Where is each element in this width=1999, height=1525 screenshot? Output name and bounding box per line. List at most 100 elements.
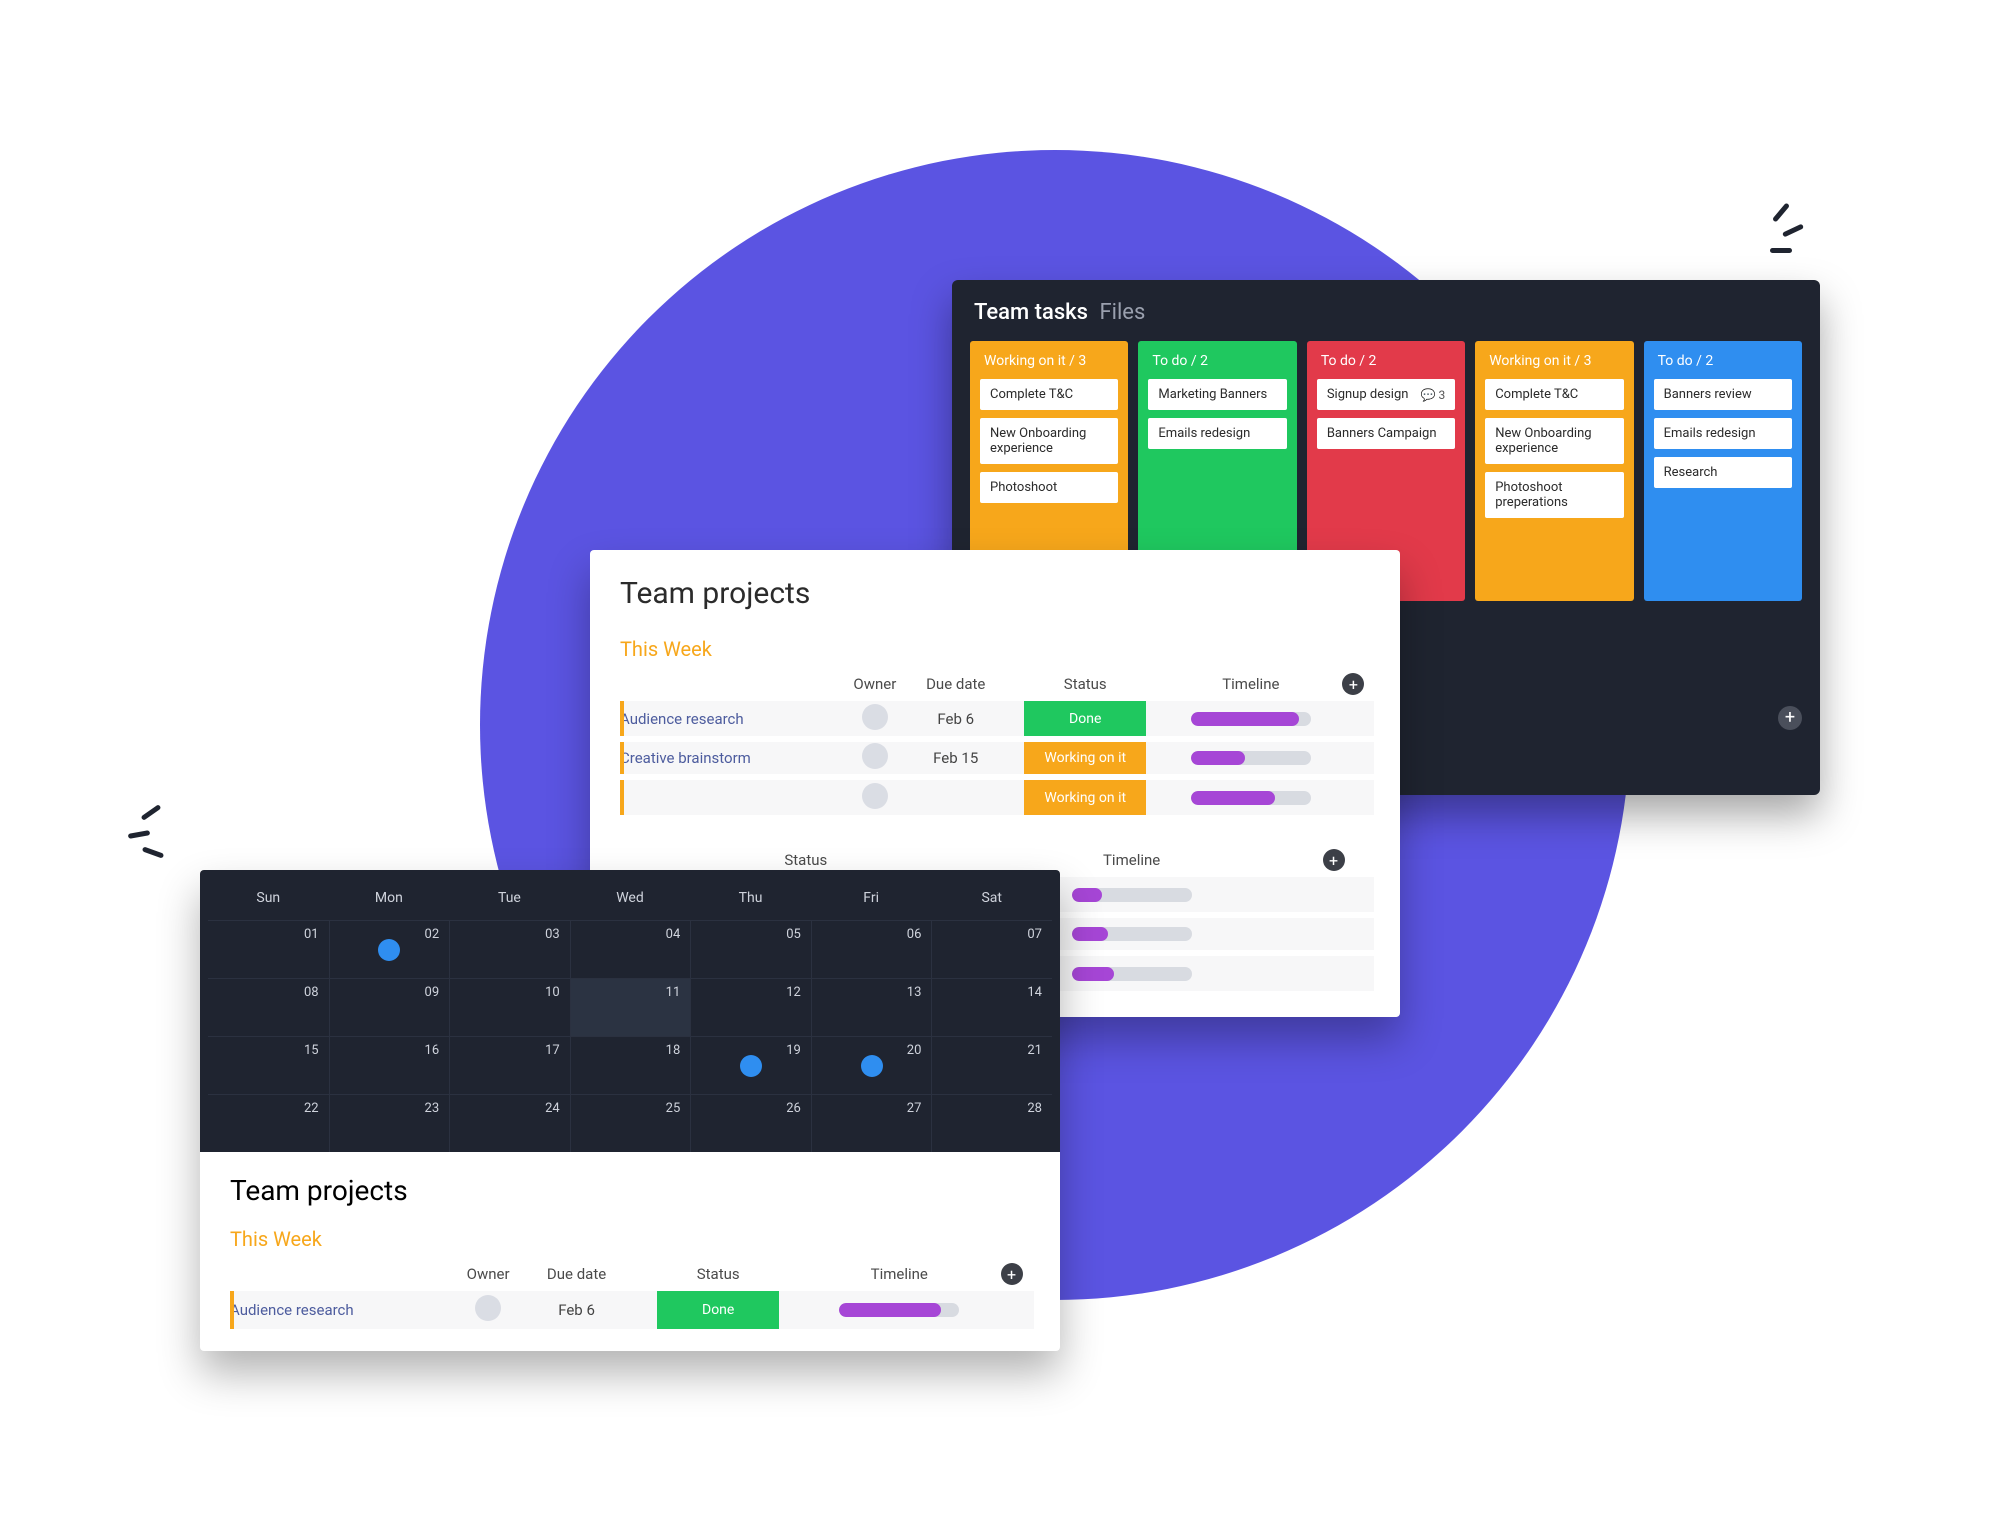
kanban-card[interactable]: New Onboarding experience (980, 418, 1118, 464)
avatar[interactable] (862, 783, 888, 809)
calendar-cell[interactable]: 11 (570, 978, 691, 1036)
timeline-bar[interactable] (1191, 712, 1311, 726)
due-date: Feb 15 (910, 739, 1002, 777)
calendar-cell[interactable]: 25 (570, 1094, 691, 1152)
kanban-column[interactable]: To do / 2Banners reviewEmails redesignRe… (1644, 341, 1802, 601)
calendar-cell[interactable]: 18 (570, 1036, 691, 1094)
calendar-cell[interactable]: 14 (931, 978, 1052, 1036)
kanban-card[interactable]: Signup design💬 3 (1317, 379, 1455, 410)
table-row[interactable]: Audience research Feb 6 Done (620, 701, 1374, 739)
col-status-b: Status (627, 1257, 810, 1291)
calendar-cell[interactable]: 01 (208, 920, 329, 978)
timeline-bar[interactable] (1191, 751, 1311, 765)
page-title-2: Team projects (230, 1174, 1034, 1207)
task-name[interactable] (620, 777, 840, 815)
calendar-cell[interactable]: 08 (208, 978, 329, 1036)
timeline-bar[interactable] (1072, 967, 1192, 981)
calendar-cell[interactable]: 06 (811, 920, 932, 978)
due-date (910, 777, 1002, 815)
calendar-cell[interactable]: 27 (811, 1094, 932, 1152)
calendar-cell[interactable]: 03 (449, 920, 570, 978)
avatar[interactable] (862, 704, 888, 730)
calendar-cell[interactable]: 02 (329, 920, 450, 978)
kanban-card[interactable]: Photoshoot (980, 472, 1118, 503)
projects-table-bottom: Owner Due date Status Timeline + Audienc… (230, 1257, 1034, 1329)
task-name[interactable]: Audience research (230, 1291, 450, 1329)
kanban-card[interactable]: Complete T&C (1485, 379, 1623, 410)
calendar-day-header: Thu (690, 880, 811, 920)
calendar-day-number: 01 (304, 927, 319, 942)
timeline-bar[interactable] (1072, 888, 1192, 902)
kanban-card[interactable]: Complete T&C (980, 379, 1118, 410)
col-timeline-b: Timeline (809, 1257, 989, 1291)
kanban-card[interactable]: Marketing Banners (1148, 379, 1286, 410)
calendar-event-dot (861, 1055, 883, 1077)
status-badge[interactable]: Working on it (1024, 780, 1146, 815)
calendar-cell[interactable]: 07 (931, 920, 1052, 978)
calendar-cell[interactable]: 23 (329, 1094, 450, 1152)
page-title: Team projects (620, 576, 1374, 611)
comment-icon[interactable]: 💬 3 (1421, 388, 1446, 402)
task-name[interactable]: Creative brainstorm (620, 739, 840, 777)
avatar[interactable] (475, 1295, 501, 1321)
calendar-cell[interactable]: 10 (449, 978, 570, 1036)
kanban-card[interactable]: Photoshoot preperations (1485, 472, 1623, 518)
status-badge[interactable]: Done (657, 1291, 779, 1329)
kanban-card[interactable]: Emails redesign (1148, 418, 1286, 449)
calendar-day-number: 19 (786, 1043, 801, 1058)
timeline-bar[interactable] (1072, 927, 1192, 941)
kanban-card[interactable]: Banners Campaign (1317, 418, 1455, 449)
calendar-day-number: 16 (425, 1043, 440, 1058)
timeline-bar[interactable] (839, 1303, 959, 1317)
add-column-button-2[interactable]: + (1323, 849, 1345, 871)
due-date: Feb 6 (910, 701, 1002, 739)
calendar-cell[interactable]: 09 (329, 978, 450, 1036)
calendar-cell[interactable]: 05 (690, 920, 811, 978)
calendar-cell[interactable]: 21 (931, 1036, 1052, 1094)
task-name[interactable]: Audience research (620, 701, 840, 739)
kanban-card[interactable]: Research (1654, 457, 1792, 488)
calendar-day-number: 06 (907, 927, 922, 942)
kanban-card[interactable]: Banners review (1654, 379, 1792, 410)
timeline-bar[interactable] (1191, 791, 1311, 805)
calendar-event-dot (740, 1055, 762, 1077)
calendar-day-number: 09 (425, 985, 440, 1000)
calendar-cell[interactable]: 24 (449, 1094, 570, 1152)
tab-files[interactable]: Files (1099, 300, 1145, 325)
calendar-cell[interactable]: 20 (811, 1036, 932, 1094)
calendar-day-header: Wed (570, 880, 691, 920)
col-status: Status (1002, 667, 1169, 701)
calendar-cell[interactable]: 16 (329, 1036, 450, 1094)
kanban-column[interactable]: Working on it / 3Complete T&CNew Onboard… (1475, 341, 1633, 601)
summary-add-button[interactable]: + (1778, 706, 1802, 730)
calendar-cell[interactable]: 26 (690, 1094, 811, 1152)
kanban-card[interactable]: Emails redesign (1654, 418, 1792, 449)
table-row[interactable]: Creative brainstorm Feb 15 Working on it (620, 739, 1374, 777)
calendar: SunMonTueWedThuFriSat 010203040506070809… (200, 870, 1060, 1152)
add-column-button-b[interactable]: + (1001, 1263, 1023, 1285)
status-badge[interactable]: Done (1024, 701, 1146, 736)
calendar-day-number: 14 (1027, 985, 1042, 1000)
status-badge[interactable]: Working on it (1024, 742, 1146, 774)
section-this-week: This Week (620, 637, 1374, 661)
calendar-projects-window: SunMonTueWedThuFriSat 010203040506070809… (200, 870, 1060, 1351)
calendar-cell[interactable]: 17 (449, 1036, 570, 1094)
calendar-cell[interactable]: 13 (811, 978, 932, 1036)
table-row[interactable]: Working on it (620, 777, 1374, 815)
table-row[interactable]: Audience researchFeb 6Done (230, 1291, 1034, 1329)
calendar-day-number: 25 (666, 1101, 681, 1116)
calendar-cell[interactable]: 19 (690, 1036, 811, 1094)
accent-ticks-right (1770, 200, 1840, 270)
calendar-cell[interactable]: 12 (690, 978, 811, 1036)
kanban-card[interactable]: New Onboarding experience (1485, 418, 1623, 464)
tab-team-tasks[interactable]: Team tasks (974, 300, 1088, 325)
calendar-cell[interactable]: 04 (570, 920, 691, 978)
col-owner-b: Owner (450, 1257, 526, 1291)
calendar-cell[interactable]: 22 (208, 1094, 329, 1152)
add-column-button[interactable]: + (1342, 673, 1364, 695)
avatar[interactable] (862, 743, 888, 769)
accent-ticks-left (100, 800, 170, 870)
calendar-cell[interactable]: 28 (931, 1094, 1052, 1152)
kanban-column-title: To do / 2 (1146, 349, 1288, 379)
calendar-cell[interactable]: 15 (208, 1036, 329, 1094)
